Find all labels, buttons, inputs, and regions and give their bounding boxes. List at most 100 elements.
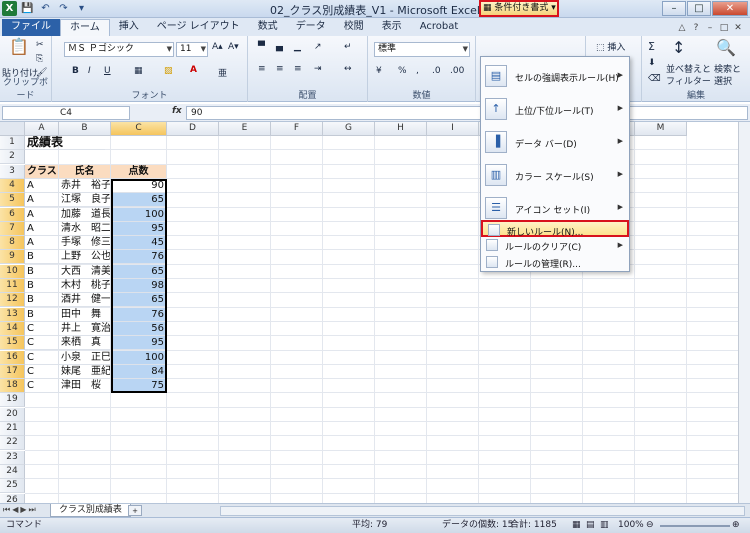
row-header[interactable]: 9: [0, 250, 25, 265]
formula-input[interactable]: 90: [186, 106, 748, 120]
table-cell[interactable]: 65: [111, 193, 167, 208]
menu-item[interactable]: ▐ データ バー(D) ▶: [481, 127, 629, 157]
insert-function-button[interactable]: fx: [172, 106, 182, 116]
table-cell[interactable]: 56: [111, 321, 167, 336]
column-header[interactable]: G: [323, 122, 375, 136]
doc-restore-icon[interactable]: □: [718, 22, 730, 34]
row-header[interactable]: 1: [0, 136, 25, 150]
vertical-scrollbar[interactable]: [738, 122, 750, 503]
table-cell[interactable]: 酒井 健一: [59, 293, 111, 308]
bold-button[interactable]: B: [72, 66, 79, 76]
table-cell[interactable]: 100: [111, 350, 167, 365]
zoom-slider[interactable]: [660, 525, 730, 527]
table-cell[interactable]: 清水 昭二: [59, 221, 111, 236]
tab-page-layout[interactable]: ページ レイアウト: [148, 19, 249, 36]
table-cell[interactable]: B: [25, 264, 59, 279]
normal-view-icon[interactable]: ▦: [572, 518, 581, 533]
tab-home[interactable]: ホーム: [60, 19, 110, 36]
table-cell[interactable]: 手塚 修三: [59, 236, 111, 251]
table-cell[interactable]: 100: [111, 207, 167, 222]
zoom-out-icon[interactable]: ⊖: [646, 518, 654, 533]
increase-decimal-icon[interactable]: .0: [432, 66, 441, 76]
menu-item[interactable]: ▥ カラー スケール(S) ▶: [481, 160, 629, 190]
clear-icon[interactable]: ⌫: [648, 74, 661, 84]
table-cell[interactable]: 上野 公也: [59, 250, 111, 265]
tab-insert[interactable]: 挿入: [110, 19, 148, 36]
row-header[interactable]: 10: [0, 264, 25, 279]
table-cell[interactable]: A: [25, 221, 59, 236]
row-header[interactable]: 5: [0, 193, 25, 208]
decrease-decimal-icon[interactable]: .00: [450, 66, 464, 76]
page-break-view-icon[interactable]: ▥: [600, 518, 609, 533]
row-header[interactable]: 12: [0, 293, 25, 308]
table-cell[interactable]: C: [25, 364, 59, 379]
first-sheet-icon[interactable]: ⏮: [3, 505, 10, 515]
table-cell[interactable]: 90: [111, 178, 167, 193]
font-name-combo[interactable]: ＭＳ Ｐゴシック ▼: [64, 42, 174, 57]
sheet-tab-active[interactable]: クラス別成績表: [50, 504, 131, 517]
table-cell[interactable]: 65: [111, 264, 167, 279]
fill-icon[interactable]: ⬇: [648, 58, 656, 68]
table-cell[interactable]: 江塚 良子: [59, 193, 111, 208]
column-header[interactable]: M: [635, 122, 687, 136]
align-center-icon[interactable]: ≡: [276, 64, 284, 74]
row-header[interactable]: 2: [0, 150, 25, 165]
table-cell[interactable]: 井上 寛治: [59, 321, 111, 336]
align-bottom-icon[interactable]: ▁: [294, 42, 301, 52]
fill-color-icon[interactable]: ▨: [164, 66, 173, 76]
row-header[interactable]: 26: [0, 493, 25, 503]
table-cell[interactable]: 76: [111, 250, 167, 265]
minimize-ribbon-icon[interactable]: △: [676, 22, 688, 34]
next-sheet-icon[interactable]: ▶: [20, 505, 26, 515]
help-icon[interactable]: ?: [690, 22, 702, 34]
row-header[interactable]: 20: [0, 407, 25, 422]
menu-item[interactable]: ルールのクリア(C) ▶: [481, 237, 629, 254]
row-header[interactable]: 3: [0, 164, 25, 179]
row-header[interactable]: 4: [0, 178, 25, 193]
table-cell[interactable]: B: [25, 307, 59, 322]
orientation-icon[interactable]: ↗: [314, 42, 322, 52]
new-sheet-icon[interactable]: +: [128, 505, 142, 516]
table-cell[interactable]: 45: [111, 236, 167, 251]
page-layout-view-icon[interactable]: ▤: [586, 518, 595, 533]
minimize-button[interactable]: –: [662, 1, 686, 16]
row-header[interactable]: 25: [0, 479, 25, 494]
doc-close-icon[interactable]: ✕: [732, 22, 744, 34]
row-header[interactable]: 7: [0, 221, 25, 236]
indent-icon[interactable]: ⇥: [314, 64, 322, 74]
column-header[interactable]: D: [167, 122, 219, 136]
table-cell[interactable]: A: [25, 207, 59, 222]
table-cell[interactable]: B: [25, 293, 59, 308]
tab-file[interactable]: ファイル: [2, 19, 60, 36]
table-cell[interactable]: 赤井 裕子: [59, 178, 111, 193]
row-header[interactable]: 21: [0, 422, 25, 436]
wrap-text-icon[interactable]: ↵: [344, 42, 352, 52]
grow-font-icon[interactable]: A▴: [212, 42, 223, 52]
row-header[interactable]: 11: [0, 279, 25, 293]
table-cell[interactable]: A: [25, 236, 59, 251]
shrink-font-icon[interactable]: A▾: [228, 42, 239, 52]
name-box[interactable]: C4: [2, 106, 130, 120]
copy-icon[interactable]: ⎘: [36, 54, 43, 64]
font-color-icon[interactable]: A: [190, 65, 197, 75]
menu-item[interactable]: ルールの管理(R)...: [481, 254, 629, 271]
table-cell[interactable]: 来栖 真: [59, 336, 111, 351]
close-button[interactable]: ✕: [712, 1, 748, 16]
conditional-formatting-button[interactable]: ▦ 条件付き書式 ▾: [479, 0, 559, 17]
row-header[interactable]: 19: [0, 393, 25, 408]
cut-icon[interactable]: ✂: [36, 40, 44, 50]
table-cell[interactable]: 95: [111, 221, 167, 236]
row-header[interactable]: 13: [0, 307, 25, 322]
number-format-combo[interactable]: 標準 ▼: [374, 42, 470, 57]
table-cell[interactable]: 84: [111, 364, 167, 379]
column-header[interactable]: I: [427, 122, 479, 136]
row-header[interactable]: 14: [0, 321, 25, 336]
currency-icon[interactable]: ¥: [376, 66, 382, 76]
menu-item[interactable]: ▤ セルの強調表示ルール(H) ▶: [481, 61, 629, 91]
zoom-level[interactable]: 100%: [618, 518, 644, 533]
last-sheet-icon[interactable]: ⏭: [29, 505, 36, 515]
table-cell[interactable]: C: [25, 379, 59, 394]
column-header[interactable]: C: [111, 122, 167, 136]
align-right-icon[interactable]: ≡: [294, 64, 302, 74]
tab-acrobat[interactable]: Acrobat: [411, 19, 468, 36]
